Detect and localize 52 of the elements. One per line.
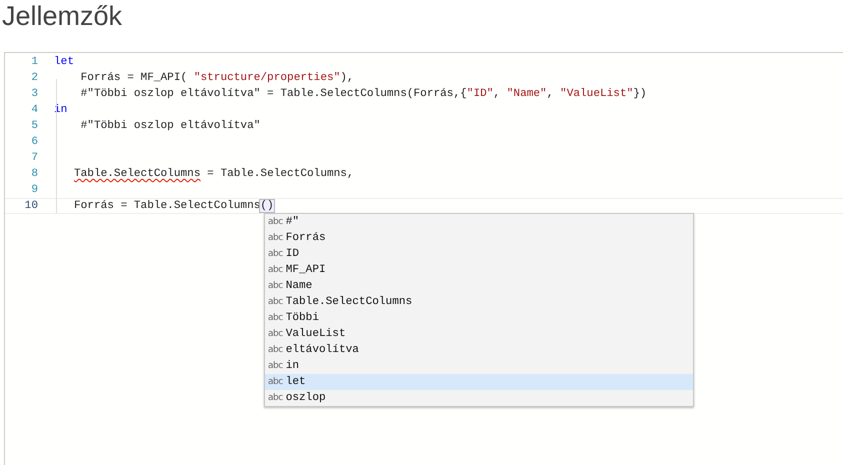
suggestion-item[interactable]: abc eltávolítva (265, 342, 693, 358)
text-type-icon: abc (268, 377, 283, 387)
code-editor[interactable] (4, 52, 843, 465)
code-text: = Table.SelectColumns, (207, 168, 354, 180)
text-type-icon: abc (268, 217, 283, 227)
text-type-icon: abc (268, 361, 283, 371)
text-type-icon: abc (268, 313, 283, 323)
code-text: #"Többi oszlop eltávolítva" = Table.SelectColumns(Forrás,{ (80, 88, 467, 100)
line-number: 4 (30, 103, 38, 118)
code-text: #"Többi oszlop eltávolítva" (80, 120, 260, 132)
line-number: 10 (24, 199, 38, 214)
string-literal: "structure/properties" (194, 72, 340, 84)
line-number: 7 (30, 151, 38, 166)
error-squiggle-text: Table.SelectColumns (74, 168, 200, 180)
suggestion-item[interactable]: abc MF_API (265, 262, 693, 278)
code-text: ), (340, 72, 354, 84)
suggestion-item[interactable]: abc oszlop (265, 390, 693, 406)
text-type-icon: abc (268, 265, 283, 275)
code-text: , (493, 88, 502, 100)
suggestion-item[interactable]: abc ID (265, 246, 693, 262)
line-number: 3 (30, 87, 38, 102)
code-text: Forrás = Table.SelectColumns (74, 200, 260, 212)
suggestion-item[interactable]: abc Forrás (265, 230, 693, 246)
suggestion-item[interactable]: abc in (265, 358, 693, 374)
suggestion-item[interactable]: abc Name (265, 278, 693, 294)
suggestion-item[interactable]: abc Table.SelectColumns (265, 294, 693, 310)
line-number: 6 (30, 135, 38, 150)
line-number: 8 (30, 167, 38, 182)
keyword-text: let (54, 56, 74, 68)
suggestion-item[interactable]: abc Többi (265, 310, 693, 326)
line-number: 9 (30, 183, 38, 198)
suggestion-item[interactable]: abc #" (265, 214, 693, 230)
text-type-icon: abc (268, 393, 283, 403)
line-number: 5 (30, 119, 38, 134)
line-number: 1 (30, 55, 38, 70)
suggestion-item[interactable]: abc ValueList (265, 326, 693, 342)
text-type-icon: abc (268, 297, 283, 307)
string-literal: "Name" (506, 88, 547, 100)
text-type-icon: abc (268, 281, 283, 291)
text-type-icon: abc (268, 329, 283, 339)
code-text: Forrás = MF_API( (80, 72, 188, 84)
text-type-icon: abc (268, 249, 283, 259)
bracket-match: () (260, 200, 274, 212)
suggestion-item[interactable]: abc let (265, 374, 693, 390)
code-text: }) (633, 88, 647, 100)
string-literal: "ID" (466, 88, 494, 100)
text-type-icon: abc (268, 233, 283, 243)
line-number: 2 (30, 71, 38, 86)
text-type-icon: abc (268, 345, 283, 355)
page-title: Jellemzők (1, 0, 124, 32)
string-literal: "ValueList" (560, 88, 634, 100)
code-text: , (546, 88, 554, 100)
